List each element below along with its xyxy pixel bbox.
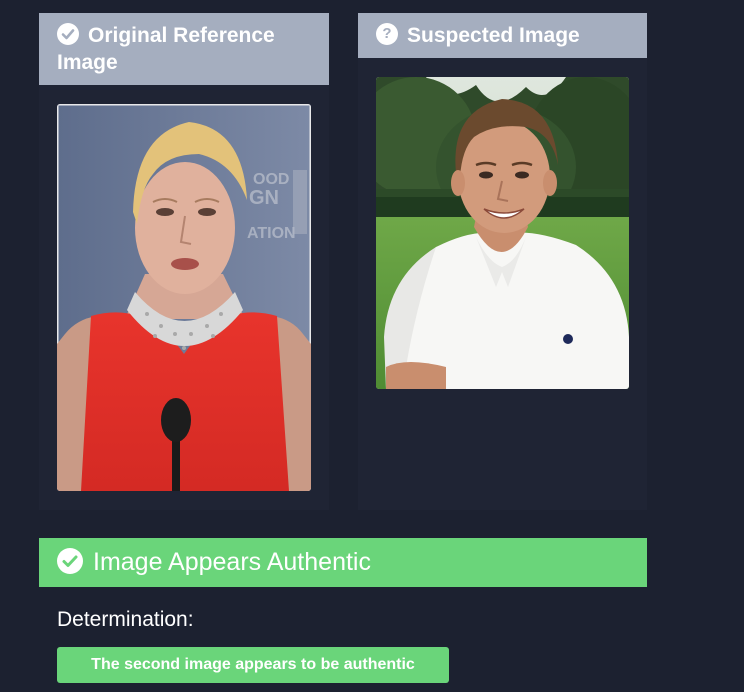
reference-header: Original Reference Image bbox=[39, 13, 329, 85]
determination-badge: The second image appears to be authentic bbox=[57, 647, 449, 683]
question-circle-icon: ? bbox=[376, 23, 398, 45]
determination-label: Determination: bbox=[57, 608, 194, 631]
result-banner: Image Appears Authentic bbox=[39, 538, 647, 587]
check-circle-icon bbox=[57, 23, 79, 45]
svg-text:ATION: ATION bbox=[247, 225, 296, 242]
suspected-photo bbox=[376, 77, 629, 389]
reference-photo: OOD GN ATION bbox=[57, 104, 311, 491]
result-title: Image Appears Authentic bbox=[93, 548, 371, 576]
reference-title: Original Reference Image bbox=[57, 24, 275, 74]
check-circle-icon bbox=[57, 548, 83, 574]
svg-text:GN: GN bbox=[249, 187, 279, 209]
suspected-title: Suspected Image bbox=[407, 24, 580, 47]
suspected-header: ? Suspected Image bbox=[358, 13, 647, 58]
svg-text:OOD: OOD bbox=[253, 171, 289, 188]
